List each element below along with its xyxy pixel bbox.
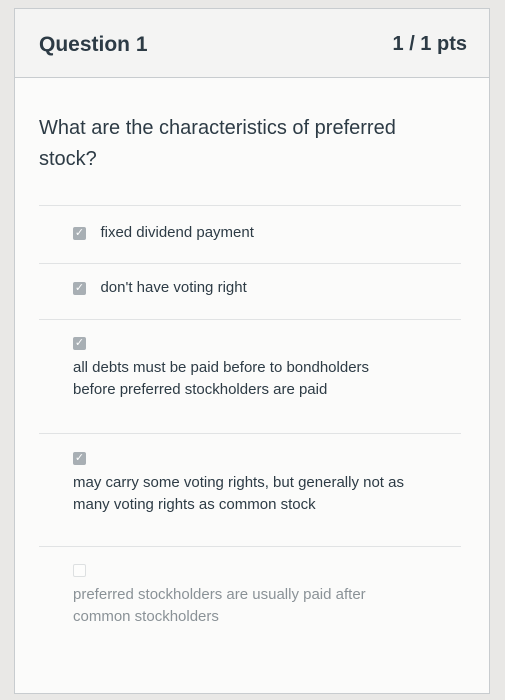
checkbox-checked-icon[interactable]: ✓ (73, 337, 86, 351)
question-header: Question 1 1 / 1 pts (15, 9, 489, 78)
checkbox-checked-icon[interactable]: ✓ (73, 281, 86, 295)
answer-label: may carry some voting rights, but genera… (73, 474, 404, 513)
divider (39, 263, 461, 264)
answer-label: preferred stockholders are usually paid … (73, 586, 366, 625)
answer-option-5[interactable]: preferred stockholders are usually paid … (73, 562, 473, 628)
question-card: Question 1 1 / 1 pts What are the charac… (14, 8, 490, 694)
answer-option-4[interactable]: ✓ may carry some voting rights, but gene… (73, 450, 473, 516)
question-prompt: What are the characteristics of preferre… (39, 117, 396, 170)
divider (39, 546, 461, 547)
answer-option-3[interactable]: ✓ all debts must be paid before to bondh… (73, 335, 473, 401)
answer-label: all debts must be paid before to bondhol… (73, 359, 370, 398)
question-points: 1 / 1 pts (392, 33, 467, 55)
checkbox-checked-icon[interactable]: ✓ (73, 226, 86, 240)
divider (39, 205, 461, 206)
answer-option-2[interactable]: ✓ don't have voting right (73, 277, 473, 299)
question-title: Question 1 (39, 33, 148, 56)
divider (39, 433, 461, 434)
divider (39, 319, 461, 320)
answer-label: fixed dividend payment (100, 224, 254, 241)
answer-option-1[interactable]: ✓ fixed dividend payment (73, 222, 473, 244)
answer-label: don't have voting right (100, 279, 247, 296)
checkbox-checked-icon[interactable]: ✓ (73, 452, 86, 466)
checkbox-unchecked-icon[interactable] (73, 564, 86, 578)
